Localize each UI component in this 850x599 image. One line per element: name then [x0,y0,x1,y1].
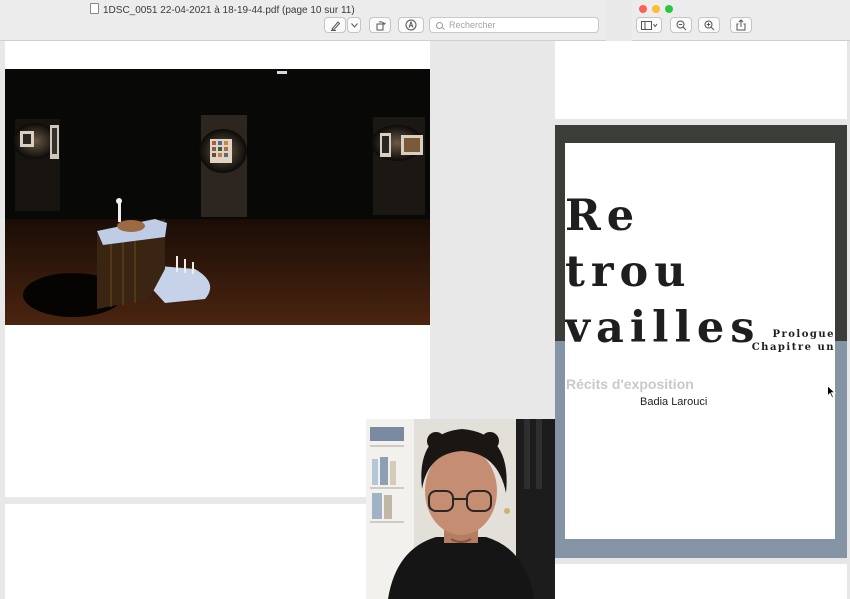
document-title: 1DSC_0051 22-04-2021 à 18-19-44.pdf (pag… [90,3,355,16]
sidebar-toggle-button[interactable] [636,17,662,33]
exhibition-photo [5,69,430,325]
zoom-out-icon [676,20,686,30]
cover-title-line: trou [565,247,692,297]
markup-menu-button[interactable] [347,17,361,33]
search-placeholder: Rechercher [449,20,496,30]
document-title-text: 1DSC_0051 22-04-2021 à 18-19-44.pdf (pag… [103,5,355,16]
cover-content: Re trou vailles Prologue Chapitre un Réc… [565,143,835,539]
right-document-view[interactable]: Re trou vailles Prologue Chapitre un Réc… [555,41,850,599]
share-icon [736,19,746,31]
cover-author: Badia Larouci [640,396,708,408]
pdf-page [555,564,847,599]
prologue-label: Prologue [772,329,835,340]
pdf-file-icon [90,3,99,14]
cover-title-line: vailles [565,303,761,353]
zoom-out-button[interactable] [670,17,692,33]
chevron-down-icon [350,22,358,28]
sidebar-toggle-icon [640,20,657,30]
pen-markup-icon [330,20,340,31]
search-input[interactable]: Rechercher [429,17,599,33]
cover-subtitle: Récits d'exposition [566,376,694,392]
cover-page: Re trou vailles Prologue Chapitre un Réc… [555,125,847,558]
mouse-cursor-icon [827,385,836,399]
search-icon [436,21,443,29]
right-window-titlebar [632,0,850,41]
annotate-button[interactable] [398,17,424,33]
cover-title-line: Re [565,191,641,241]
zoom-window-button[interactable] [665,5,673,13]
pdf-page [555,41,847,119]
zoom-in-button[interactable] [698,17,720,33]
rotate-icon [376,20,386,30]
zoom-in-icon [704,20,714,30]
left-window-titlebar: 1DSC_0051 22-04-2021 à 18-19-44.pdf (pag… [0,0,606,41]
pen-markup-button[interactable] [324,17,346,33]
annotate-icon [405,19,417,31]
minimize-window-button[interactable] [652,5,660,13]
close-window-button[interactable] [639,5,647,13]
webcam-video [366,419,555,599]
chapter-label: Chapitre un [751,342,835,353]
rotate-button[interactable] [369,17,391,33]
share-button[interactable] [730,17,752,33]
